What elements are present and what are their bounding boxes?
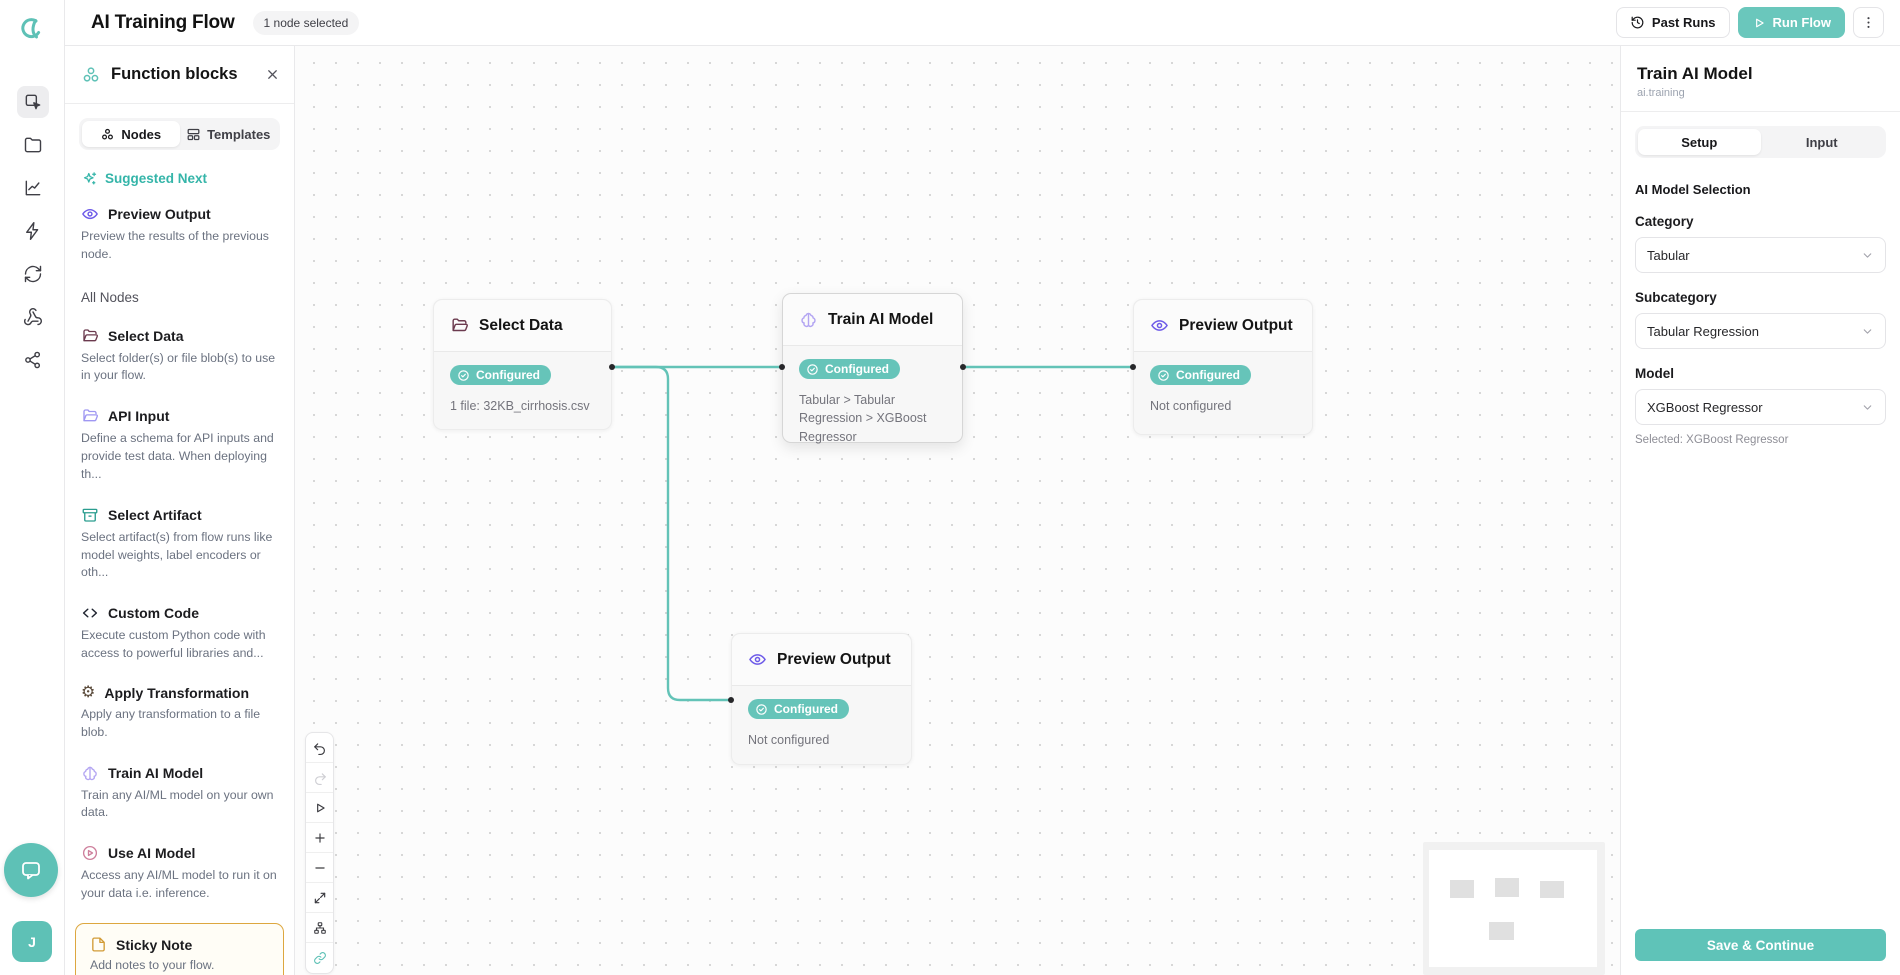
top-header: AI Training Flow 1 node selected Past Ru… — [65, 0, 1900, 46]
tab-input[interactable]: Input — [1761, 129, 1884, 155]
node-item-select-artifact[interactable]: Select Artifact Select artifact(s) from … — [81, 506, 278, 582]
fit-view-button[interactable] — [306, 883, 333, 913]
canvas-node-train-ai-model[interactable]: Train AI Model Configured Tabular > Tabu… — [782, 293, 963, 443]
auto-layout-button[interactable] — [306, 913, 333, 943]
brain-icon — [799, 310, 818, 329]
configured-badge: Configured — [748, 699, 849, 719]
section-ai-model-selection: AI Model Selection — [1635, 182, 1886, 197]
metrics-icon[interactable] — [17, 172, 49, 204]
save-continue-button[interactable]: Save & Continue — [1635, 929, 1886, 961]
sticky-note-icon — [90, 936, 107, 953]
redo-button[interactable] — [306, 763, 333, 793]
flow-editor-icon[interactable] — [17, 86, 49, 118]
bolt-icon[interactable] — [17, 215, 49, 247]
tab-setup[interactable]: Setup — [1638, 129, 1761, 155]
node-item-apply-transformation[interactable]: ⚙ Apply Transformation Apply any transfo… — [81, 685, 278, 742]
user-avatar[interactable]: J — [12, 921, 52, 962]
brain-icon — [81, 764, 99, 782]
run-flow-button[interactable]: Run Flow — [1738, 7, 1846, 38]
subcategory-select[interactable]: Tabular Regression — [1635, 313, 1886, 349]
archive-box-icon — [81, 506, 99, 524]
node-item-api-input[interactable]: API Input Define a schema for API inputs… — [81, 407, 278, 483]
inspector-subtitle: ai.training — [1637, 87, 1884, 99]
folder-icon[interactable] — [17, 129, 49, 161]
configured-badge: Configured — [1150, 365, 1251, 385]
minimap[interactable] — [1423, 842, 1605, 975]
sync-icon[interactable] — [17, 258, 49, 290]
chevron-down-icon — [1861, 325, 1874, 338]
category-select[interactable]: Tabular — [1635, 237, 1886, 273]
chat-bubble-button[interactable] — [4, 843, 58, 897]
subcategory-label: Subcategory — [1635, 290, 1886, 305]
close-icon[interactable] — [265, 67, 280, 82]
selection-status-badge: 1 node selected — [253, 11, 360, 35]
model-select[interactable]: XGBoost Regressor — [1635, 389, 1886, 425]
gear-icon: ⚙ — [81, 685, 95, 701]
node-inspector-panel: Train AI Model ai.training Setup Input A… — [1620, 46, 1900, 975]
node-item-custom-code[interactable]: Custom Code Execute custom Python code w… — [81, 604, 278, 663]
suggested-item-preview-output[interactable]: Preview Output Preview the results of th… — [81, 205, 278, 264]
zoom-in-button[interactable] — [306, 823, 333, 853]
category-label: Category — [1635, 214, 1886, 229]
eye-icon — [81, 205, 99, 223]
inspector-title: Train AI Model — [1637, 64, 1884, 84]
minimap-viewport — [1429, 850, 1597, 967]
kebab-menu-icon — [1861, 15, 1876, 30]
eye-icon — [748, 650, 767, 669]
function-blocks-panel: Function blocks Nodes Templates Suggeste… — [65, 46, 295, 975]
suggested-next-heading: Suggested Next — [81, 170, 278, 187]
sparkles-icon — [81, 170, 98, 187]
zoom-out-button[interactable] — [306, 853, 333, 883]
configured-badge: Configured — [450, 365, 551, 385]
node-item-use-ai-model[interactable]: Use AI Model Access any AI/ML model to r… — [81, 844, 278, 903]
model-label: Model — [1635, 366, 1886, 381]
folder-open-icon — [450, 316, 469, 335]
history-icon — [1630, 15, 1645, 30]
canvas-node-select-data[interactable]: Select Data Configured 1 file: 32KB_cirr… — [433, 299, 612, 430]
eye-icon — [1150, 316, 1169, 335]
play-icon — [1752, 16, 1766, 30]
flow-canvas[interactable]: Select Data Configured 1 file: 32KB_cirr… — [295, 46, 1620, 975]
flow-edges — [295, 46, 1620, 975]
page-title: AI Training Flow — [91, 12, 235, 34]
play-circle-icon — [81, 844, 99, 862]
share-icon[interactable] — [17, 344, 49, 376]
folder-open-icon — [81, 327, 99, 345]
blocks-icon — [81, 65, 101, 85]
node-item-select-data[interactable]: Select Data Select folder(s) or file blo… — [81, 327, 278, 386]
undo-button[interactable] — [306, 733, 333, 763]
run-button[interactable] — [306, 793, 333, 823]
chevron-down-icon — [1861, 401, 1874, 414]
webhook-icon[interactable] — [17, 301, 49, 333]
panel-tabs: Nodes Templates — [79, 118, 280, 150]
tab-templates[interactable]: Templates — [180, 121, 278, 147]
canvas-node-preview-output-bottom[interactable]: Preview Output Configured Not configured — [731, 633, 912, 765]
canvas-node-preview-output-right[interactable]: Preview Output Configured Not configured — [1133, 299, 1313, 435]
chevron-down-icon — [1861, 249, 1874, 262]
more-options-button[interactable] — [1853, 7, 1884, 38]
past-runs-button[interactable]: Past Runs — [1616, 7, 1730, 38]
configured-badge: Configured — [799, 359, 900, 379]
code-brackets-icon — [81, 604, 99, 622]
all-nodes-heading: All Nodes — [81, 290, 278, 305]
canvas-toolbar — [305, 732, 334, 974]
link-button[interactable] — [306, 943, 333, 973]
left-rail: J — [0, 0, 65, 975]
folder-open-icon — [81, 407, 99, 425]
app-logo[interactable] — [12, 10, 46, 44]
tab-nodes[interactable]: Nodes — [82, 121, 180, 147]
node-item-train-ai-model[interactable]: Train AI Model Train any AI/ML model on … — [81, 764, 278, 823]
node-item-sticky-note[interactable]: Sticky Note Add notes to your flow. — [75, 923, 284, 975]
panel-title: Function blocks — [111, 65, 238, 84]
selected-model-note: Selected: XGBoost Regressor — [1635, 434, 1886, 446]
